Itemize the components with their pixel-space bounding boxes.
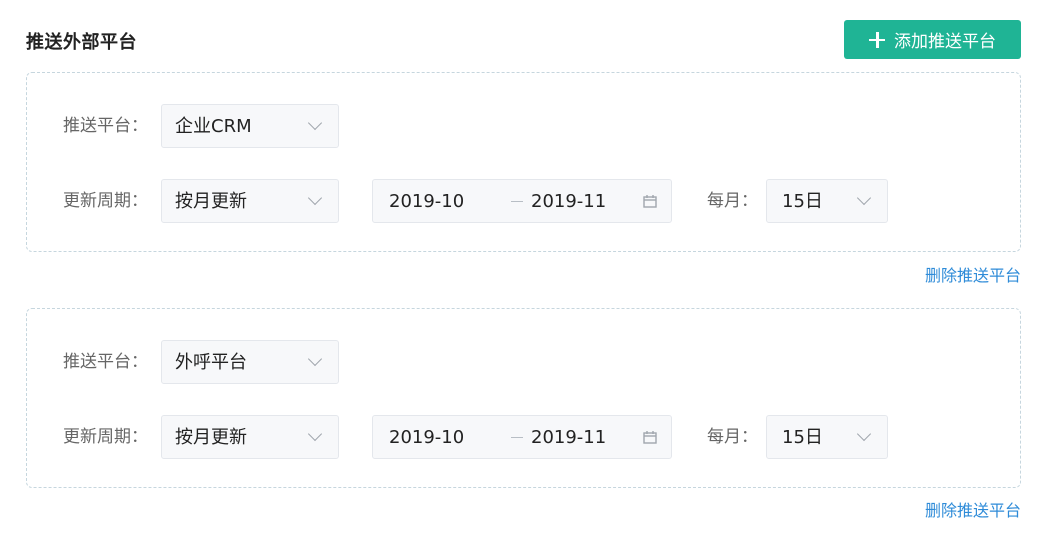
date-range-picker[interactable]: 2019-10 2019-11: [372, 179, 672, 223]
delete-push-platform-link[interactable]: 删除推送平台: [925, 262, 1021, 286]
date-range-start: 2019-10: [389, 191, 465, 212]
update-cycle-label: 更新周期：: [63, 427, 148, 447]
date-range-end: 2019-11: [531, 191, 607, 212]
add-push-platform-label: 添加推送平台: [894, 32, 996, 52]
platform-label: 推送平台：: [63, 116, 148, 136]
monthly-day-select-value: 15日: [782, 427, 823, 448]
chevron-down-icon: [307, 426, 323, 442]
platform-select[interactable]: 外呼平台: [161, 340, 339, 384]
update-cycle-select-value: 按月更新: [175, 427, 247, 448]
delete-push-platform-link[interactable]: 删除推送平台: [925, 497, 1021, 521]
date-range-picker[interactable]: 2019-10 2019-11: [372, 415, 672, 459]
add-push-platform-button[interactable]: 添加推送平台: [844, 20, 1021, 59]
monthly-day-select[interactable]: 15日: [766, 179, 888, 223]
update-cycle-label: 更新周期：: [63, 191, 148, 211]
plus-icon: [869, 31, 885, 48]
update-cycle-select-value: 按月更新: [175, 191, 247, 212]
date-range-separator: [511, 201, 523, 202]
monthly-day-select-value: 15日: [782, 191, 823, 212]
chevron-down-icon: [856, 426, 872, 442]
platform-select-value: 企业CRM: [175, 116, 252, 137]
monthly-day-select[interactable]: 15日: [766, 415, 888, 459]
chevron-down-icon: [307, 115, 323, 131]
page-title: 推送外部平台: [26, 32, 137, 53]
update-cycle-select[interactable]: 按月更新: [161, 415, 339, 459]
platform-select-value: 外呼平台: [175, 352, 247, 373]
monthly-label: 每月：: [707, 191, 758, 211]
date-range-start: 2019-10: [389, 427, 465, 448]
chevron-down-icon: [307, 190, 323, 206]
calendar-icon: [643, 431, 657, 444]
platform-card: 推送平台： 企业CRM 更新周期： 按月更新 2019-10 2019-11 每…: [26, 72, 1021, 252]
platform-label: 推送平台：: [63, 352, 148, 372]
calendar-icon: [643, 195, 657, 208]
update-cycle-select[interactable]: 按月更新: [161, 179, 339, 223]
monthly-label: 每月：: [707, 427, 758, 447]
date-range-end: 2019-11: [531, 427, 607, 448]
date-range-separator: [511, 437, 523, 438]
chevron-down-icon: [856, 190, 872, 206]
platform-card: 推送平台： 外呼平台 更新周期： 按月更新 2019-10 2019-11 每月…: [26, 308, 1021, 488]
chevron-down-icon: [307, 351, 323, 367]
platform-select[interactable]: 企业CRM: [161, 104, 339, 148]
